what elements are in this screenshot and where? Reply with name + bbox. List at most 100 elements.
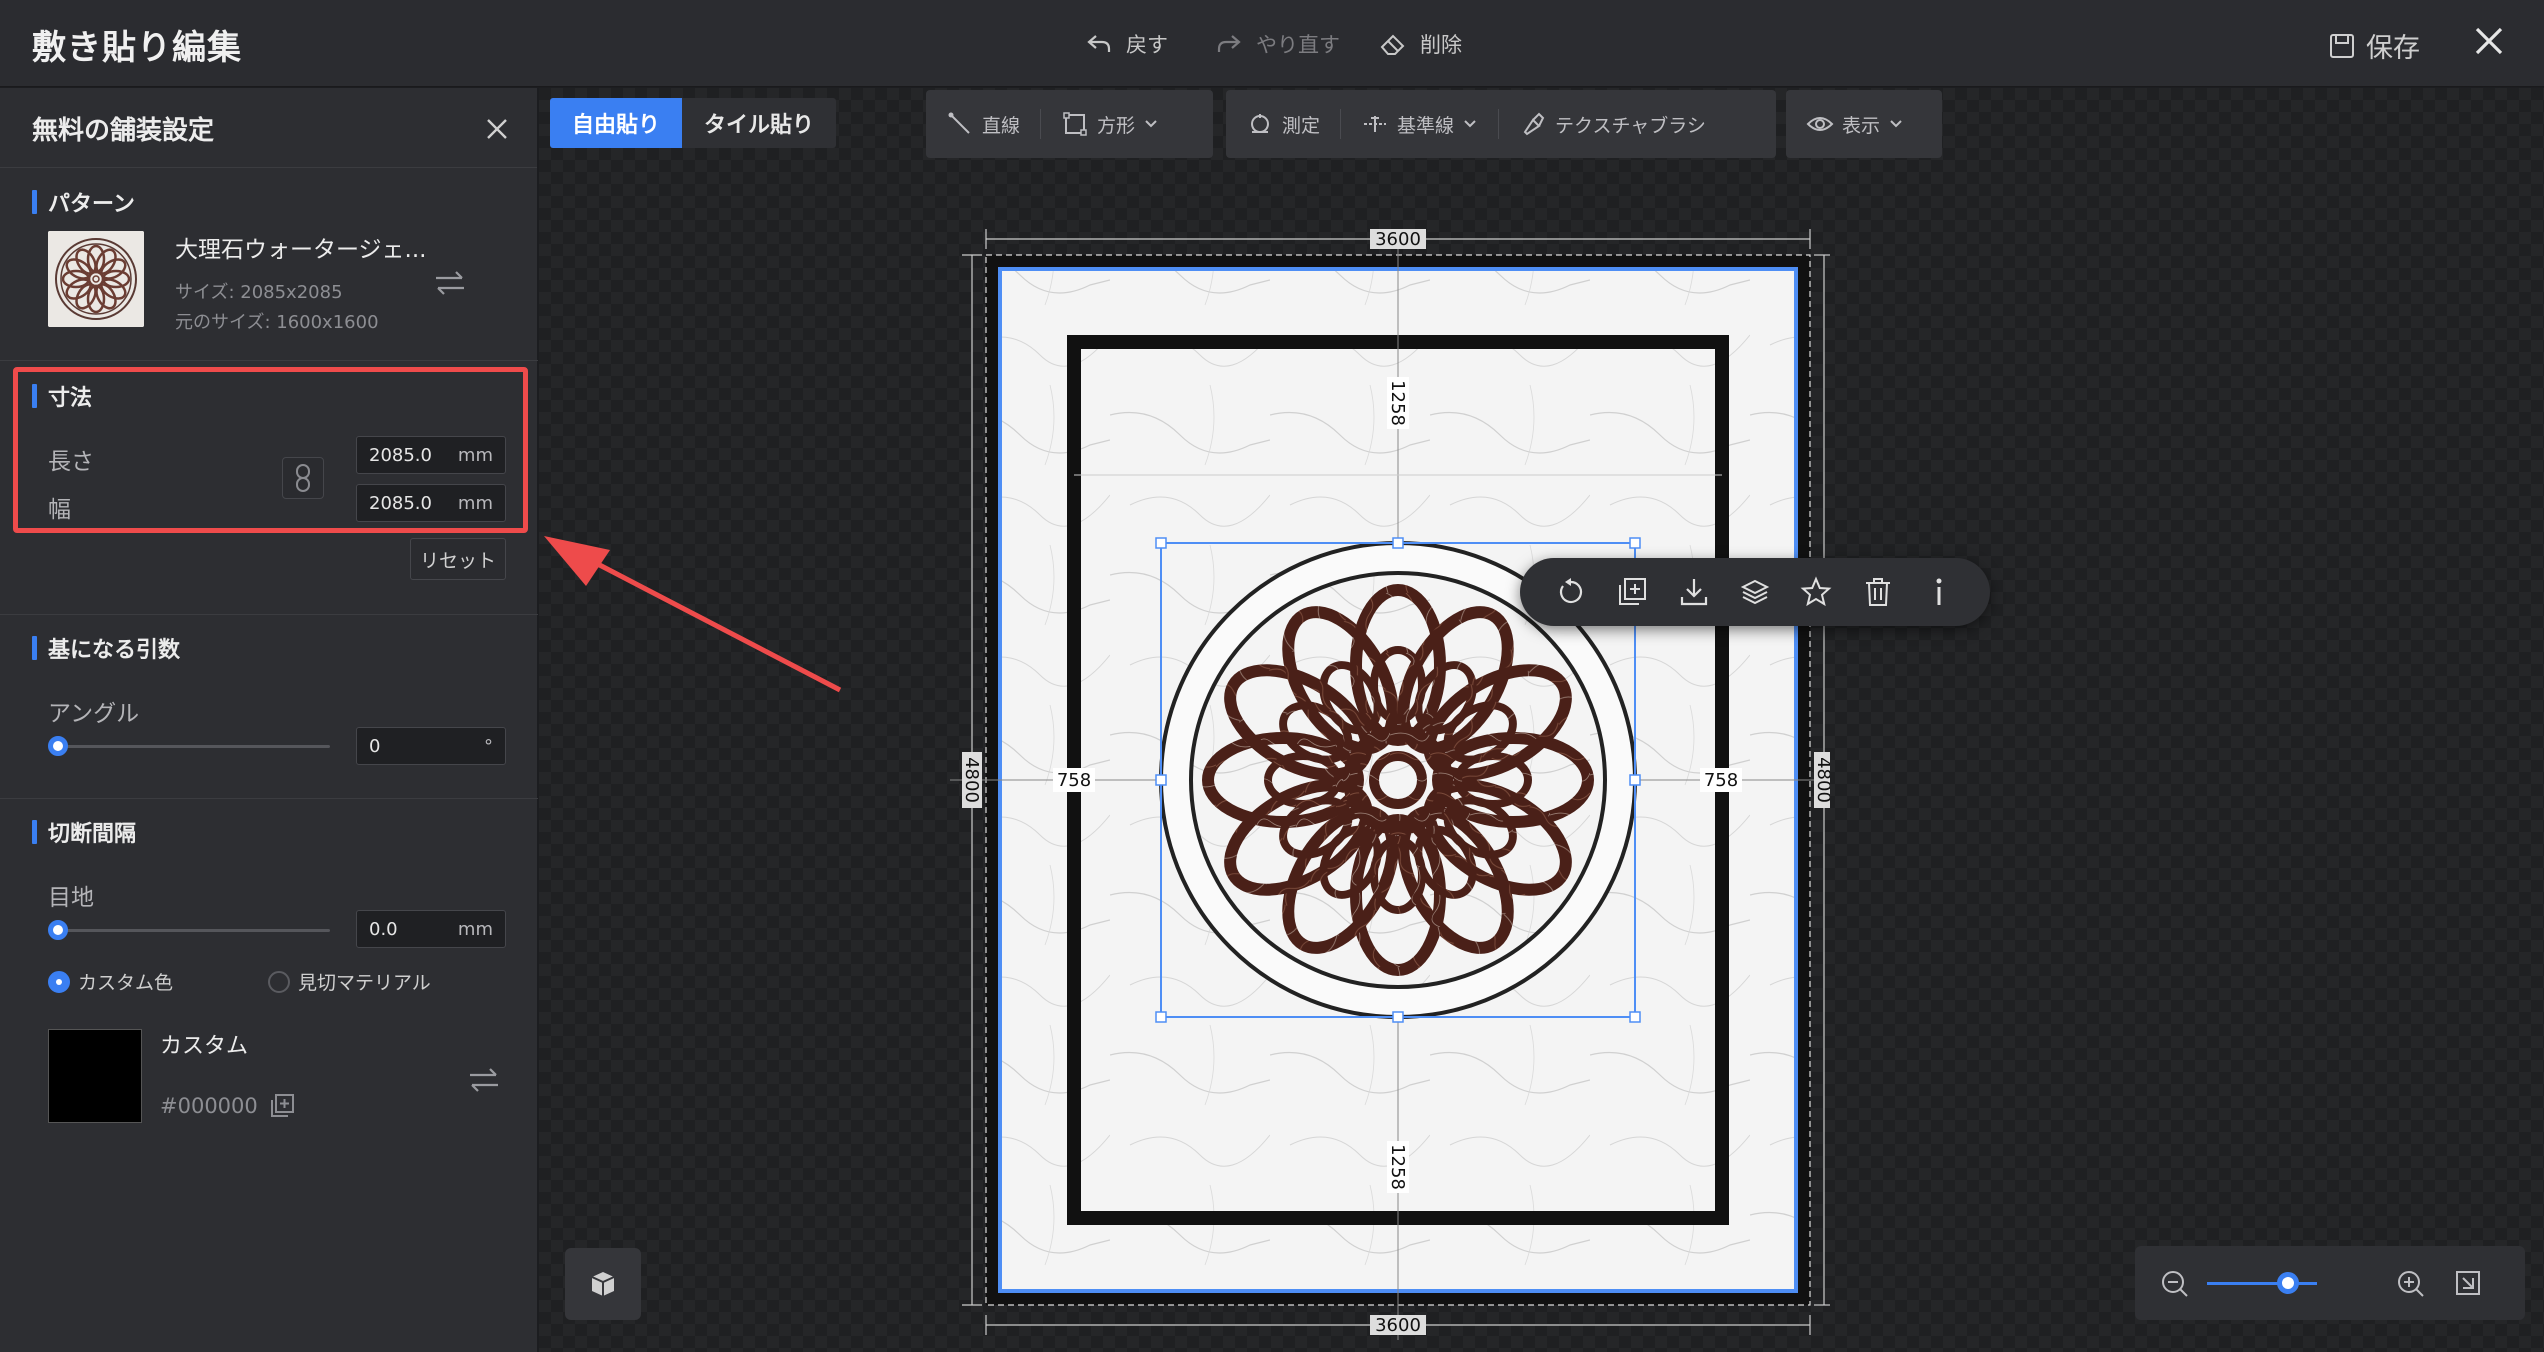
chevron-down-icon (1464, 120, 1476, 128)
pattern-size: サイズ: 2085x2085 (175, 282, 343, 303)
redo-icon (1217, 35, 1241, 52)
slider-knob[interactable] (48, 736, 68, 756)
dim-inner-left: 758 (1057, 770, 1091, 791)
slider-knob[interactable] (48, 920, 68, 940)
trash-button[interactable] (1858, 572, 1898, 612)
line-icon (948, 112, 970, 134)
dim-inner-bottom: 1258 (1387, 1144, 1408, 1190)
floor-plan-stage[interactable]: 3600 3600 4800 4800 1258 1258 758 758 (950, 225, 1830, 1350)
measure-toolgroup: 測定 基準線 テクスチャブラシ (1226, 90, 1776, 158)
line-tool[interactable]: 直線 (946, 110, 1020, 138)
save-label: 保存 (2366, 33, 2420, 64)
radio-trim-material[interactable]: 見切マテリアル (268, 968, 431, 995)
measure-icon (1251, 114, 1269, 133)
undo-icon (1087, 35, 1111, 52)
tool-separator (1340, 109, 1342, 139)
angle-slider[interactable] (48, 736, 330, 756)
zoom-slider-knob[interactable] (2277, 1272, 2299, 1294)
rect-label: 方形 (1097, 114, 1136, 137)
slider-track (54, 745, 330, 748)
cut-spacing-section-title: 切断間隔 (32, 816, 136, 848)
baseline-tool[interactable]: 基準線 (1361, 110, 1478, 138)
cube-icon (591, 1272, 615, 1296)
radio-dot (268, 970, 290, 993)
reset-button[interactable]: リセット (410, 538, 506, 580)
baseline-label: 基準線 (1397, 114, 1455, 137)
pattern-thumbnail[interactable] (48, 231, 144, 327)
eraser-icon (1380, 34, 1405, 55)
width-label: 幅 (48, 497, 71, 523)
measure-tool[interactable]: 測定 (1246, 110, 1320, 138)
rotate-button[interactable] (1551, 572, 1591, 612)
fit-to-screen-icon[interactable] (2453, 1268, 2483, 1298)
length-input[interactable] (369, 444, 449, 466)
width-input[interactable] (369, 492, 449, 514)
tab-free-paving[interactable]: 自由貼り (550, 98, 683, 148)
base-params-section-title: 基になる引数 (32, 632, 180, 664)
layers-button[interactable] (1735, 572, 1775, 612)
dim-top: 3600 (1375, 229, 1421, 250)
dim-left: 4800 (961, 757, 982, 803)
info-button[interactable] (1919, 572, 1959, 612)
link-ratio-button[interactable] (282, 457, 324, 499)
star-icon (1800, 576, 1832, 607)
brush-icon (1523, 112, 1545, 136)
redo-button[interactable]: やり直す (1214, 26, 1340, 62)
width-unit: mm (457, 492, 493, 514)
angle-field[interactable]: ° (356, 727, 506, 765)
swap-icon[interactable] (432, 268, 468, 298)
texture-brush-tool[interactable]: テクスチャブラシ (1519, 110, 1706, 138)
pattern-original-size: 元のサイズ: 1600x1600 (175, 312, 379, 333)
dim-right: 4800 (1813, 757, 1830, 803)
length-unit: mm (457, 444, 493, 466)
joint-slider[interactable] (48, 920, 330, 940)
selection-toolbar (1520, 558, 1990, 626)
slider-track (54, 929, 330, 932)
radio-custom-color[interactable]: カスタム色 (48, 968, 173, 995)
length-field[interactable]: mm (356, 436, 506, 474)
draw-toolgroup: 直線 方形 (926, 90, 1213, 158)
eye-icon (1806, 117, 1834, 131)
3d-view-button[interactable] (565, 1248, 641, 1320)
divider (0, 360, 538, 361)
joint-input[interactable] (369, 918, 449, 940)
duplicate-icon (1619, 578, 1647, 605)
view-toolgroup: 表示 (1786, 90, 1942, 158)
zoom-in-icon[interactable] (2395, 1268, 2427, 1300)
close-icon[interactable] (2468, 20, 2510, 62)
pattern-name: 大理石ウォータージェ... (175, 237, 427, 263)
joint-field[interactable]: mm (356, 910, 506, 948)
download-button[interactable] (1674, 572, 1714, 612)
duplicate-button[interactable] (1612, 572, 1652, 612)
line-label: 直線 (982, 114, 1021, 137)
copy-icon[interactable] (268, 1092, 296, 1120)
baseline-icon (1364, 116, 1387, 132)
undo-label: 戻す (1126, 33, 1168, 57)
info-icon (1936, 578, 1942, 605)
redo-label: やり直す (1256, 33, 1340, 57)
delete-button[interactable]: 削除 (1378, 26, 1462, 62)
width-field[interactable]: mm (356, 484, 506, 522)
rect-tool[interactable]: 方形 (1061, 110, 1159, 138)
tab-tile-paving[interactable]: タイル貼り (682, 98, 836, 148)
link-icon (296, 464, 310, 492)
paving-mode-tabs: 自由貼り タイル貼り (550, 98, 837, 148)
angle-label: アングル (48, 701, 140, 727)
zoom-out-icon[interactable] (2159, 1268, 2191, 1300)
favorite-button[interactable] (1796, 572, 1836, 612)
color-swatch[interactable] (48, 1029, 142, 1123)
joint-label: 目地 (48, 885, 94, 911)
download-icon (1680, 579, 1707, 606)
panel-close-icon[interactable] (482, 114, 512, 144)
dim-inner-right: 758 (1704, 770, 1738, 791)
swap-icon[interactable] (466, 1065, 502, 1095)
zoom-slider-track (2207, 1282, 2317, 1285)
save-button[interactable]: 保存 (2328, 26, 2420, 65)
zoom-slider[interactable] (2207, 1272, 2317, 1294)
panel-header: 無料の舗装設定 (0, 88, 537, 168)
angle-input[interactable] (369, 735, 449, 757)
view-tool[interactable]: 表示 (1806, 110, 1904, 138)
undo-button[interactable]: 戻す (1084, 26, 1168, 62)
tool-separator (1040, 109, 1042, 139)
rotate-icon (1559, 578, 1582, 604)
